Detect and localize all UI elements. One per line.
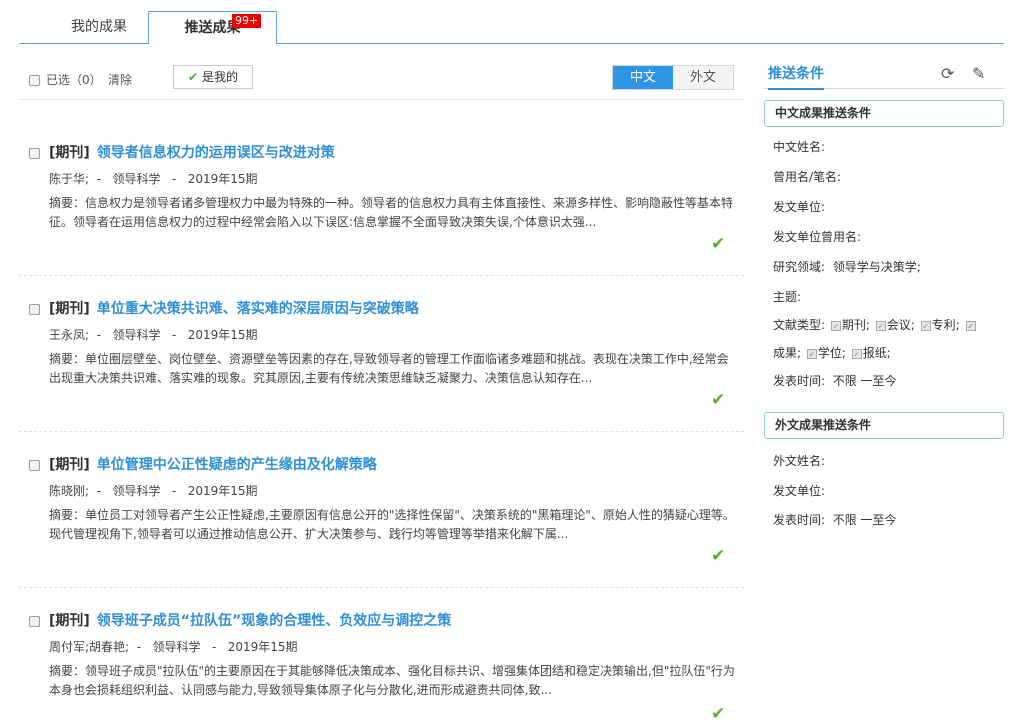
item-checkbox[interactable]: [29, 303, 40, 315]
research-field-value: 领导学与决策学;: [832, 260, 921, 274]
edit-icon[interactable]: ✎: [972, 64, 985, 83]
item-issue: 2019年15期: [187, 172, 258, 186]
lang-chinese-button[interactable]: 中文: [613, 66, 673, 89]
item-meta: 王永凤; - 领导科学 - 2019年15期: [49, 328, 258, 342]
item-title-row: [期刊] 领导班子成员“拉队伍”现象的合理性、负效应与调控之策: [29, 610, 451, 630]
item-title-row: [期刊] 领导者信息权力的运用误区与改进对策: [29, 142, 335, 162]
item-type: [期刊]: [49, 613, 90, 629]
foreign-unit-field: 发文单位:: [773, 484, 826, 498]
cn-unit-field: 发文单位:: [773, 200, 826, 214]
list-item: [期刊] 领导者信息权力的运用误区与改进对策 陈于华; - 领导科学 - 2019…: [19, 142, 744, 276]
item-type: [期刊]: [49, 145, 90, 161]
confirm-check-icon[interactable]: ✔: [711, 704, 725, 724]
item-meta: 周付军;胡春艳; - 领导科学 - 2019年15期: [49, 640, 298, 654]
panel-title: 推送条件: [768, 63, 824, 90]
item-title-row: [期刊] 单位重大决策共识难、落实难的深层原因与突破策略: [29, 298, 419, 318]
check-icon: ✓: [920, 320, 931, 331]
publish-time-label: 发表时间:: [773, 374, 826, 388]
item-title-link[interactable]: 单位重大决策共识难、落实难的深层原因与突破策略: [97, 301, 419, 317]
check-icon: ✓: [806, 348, 817, 359]
item-authors[interactable]: 陈于华;: [49, 172, 89, 186]
item-journal[interactable]: 领导科学: [112, 484, 160, 498]
item-journal[interactable]: 领导科学: [112, 328, 160, 342]
item-abstract: 摘要：单位圈层壁垒、岗位壁垒、资源壁垒等因素的存在,导致领导者的管理工作面临诸多…: [49, 352, 729, 385]
cn-unit-alias-field: 发文单位曾用名:: [773, 230, 862, 244]
confirm-check-icon[interactable]: ✔: [711, 546, 725, 566]
panel-header: 推送条件 ⟳ ✎: [764, 60, 1004, 90]
results-toolbar: 已选（0） 清除 ✔ 是我的 中文 外文: [19, 62, 744, 100]
foreign-time-value: 不限 一至今: [832, 513, 897, 527]
confirm-check-icon[interactable]: ✔: [711, 234, 725, 254]
list-item: [期刊] 单位管理中公正性疑虑的产生缘由及化解策略 陈晓刚; - 领导科学 - 2…: [19, 454, 744, 588]
item-issue: 2019年15期: [187, 328, 258, 342]
doc-type-patent: 专利;: [931, 318, 960, 332]
lang-foreign-button[interactable]: 外文: [673, 66, 733, 89]
cn-doc-type-field: 文献类型: ✓ 期刊; ✓ 会议; ✓ 专利; ✓: [773, 316, 977, 333]
foreign-publish-time-field: 发表时间: 不限 一至今: [773, 511, 897, 528]
item-type: [期刊]: [49, 301, 90, 317]
cn-research-field: 研究领域: 领导学与决策学;: [773, 258, 921, 275]
cn-publish-time-field: 发表时间: 不限 一至今: [773, 372, 897, 389]
check-icon: ✓: [830, 320, 841, 331]
count-badge: 99+: [232, 14, 262, 28]
refresh-icon[interactable]: ⟳: [941, 64, 954, 83]
select-all-checkbox[interactable]: [29, 75, 40, 86]
item-title-link[interactable]: 单位管理中公正性疑虑的产生缘由及化解策略: [97, 457, 377, 473]
clear-link[interactable]: 清除: [108, 71, 132, 88]
item-abstract: 摘要：单位员工对领导者产生公正性疑虑,主要原因有信息公开的"选择性保留"、决策系…: [49, 508, 735, 541]
item-type: [期刊]: [49, 457, 90, 473]
item-meta: 陈于华; - 领导科学 - 2019年15期: [49, 172, 258, 186]
doc-type-label: 文献类型:: [773, 318, 826, 332]
item-authors[interactable]: 陈晓刚;: [49, 484, 89, 498]
cn-conditions-section: 中文成果推送条件: [764, 100, 1004, 127]
doc-type-conference: 会议;: [886, 318, 915, 332]
item-abstract: 摘要：领导班子成员"拉队伍"的主要原因在于其能够降低决策成本、强化目标共识、增强…: [49, 664, 735, 697]
cn-alias-field: 曾用名/笔名:: [773, 170, 842, 184]
item-title-row: [期刊] 单位管理中公正性疑虑的产生缘由及化解策略: [29, 454, 377, 474]
tab-bar: 我的成果 推送成果 99+: [19, 11, 1004, 45]
item-abstract: 摘要：信息权力是领导者诸多管理权力中最为特殊的一种。领导者的信息权力具有主体直接…: [49, 196, 734, 229]
research-field-label: 研究领域:: [773, 260, 826, 274]
check-icon: ✓: [875, 320, 886, 331]
foreign-conditions-section: 外文成果推送条件: [764, 412, 1004, 439]
foreign-name-field: 外文姓名:: [773, 454, 826, 468]
checkmark-icon: ✔: [188, 70, 199, 84]
item-journal[interactable]: 领导科学: [153, 640, 201, 654]
is-mine-button[interactable]: ✔ 是我的: [173, 65, 253, 89]
item-title-link[interactable]: 领导班子成员“拉队伍”现象的合理性、负效应与调控之策: [97, 613, 451, 629]
select-all-label: 已选（0）: [46, 73, 102, 87]
item-authors[interactable]: 周付军;胡春艳;: [49, 640, 129, 654]
publish-time-value: 不限 一至今: [832, 374, 897, 388]
cn-topic-field: 主题:: [773, 290, 802, 304]
doc-type-degree: 学位;: [817, 346, 846, 360]
check-icon: ✓: [851, 348, 862, 359]
item-checkbox[interactable]: [29, 459, 40, 471]
cn-name-field: 中文姓名:: [773, 140, 826, 154]
list-item: [期刊] 单位重大决策共识难、落实难的深层原因与突破策略 王永凤; - 领导科学 …: [19, 298, 744, 432]
doc-type-newspaper: 报纸;: [862, 346, 891, 360]
item-checkbox[interactable]: [29, 615, 40, 627]
select-all[interactable]: 已选（0）: [29, 71, 102, 88]
item-meta: 陈晓刚; - 领导科学 - 2019年15期: [49, 484, 258, 498]
item-checkbox[interactable]: [29, 147, 40, 159]
item-title-link[interactable]: 领导者信息权力的运用误区与改进对策: [97, 145, 335, 161]
language-toggle: 中文 外文: [612, 65, 734, 90]
item-issue: 2019年15期: [187, 484, 258, 498]
check-icon: ✓: [965, 320, 976, 331]
tab-my-results[interactable]: 我的成果: [49, 11, 149, 44]
item-issue: 2019年15期: [227, 640, 298, 654]
item-authors[interactable]: 王永凤;: [49, 328, 89, 342]
item-journal[interactable]: 领导科学: [112, 172, 160, 186]
foreign-time-label: 发表时间:: [773, 513, 826, 527]
cn-doc-type-field-line2: 成果; ✓ 学位; ✓ 报纸;: [773, 344, 891, 361]
doc-type-achievement: 成果;: [773, 346, 802, 360]
list-item: [期刊] 领导班子成员“拉队伍”现象的合理性、负效应与调控之策 周付军;胡春艳; …: [19, 610, 744, 728]
confirm-check-icon[interactable]: ✔: [711, 390, 725, 410]
doc-type-journal: 期刊;: [841, 318, 870, 332]
is-mine-label: 是我的: [201, 70, 238, 84]
